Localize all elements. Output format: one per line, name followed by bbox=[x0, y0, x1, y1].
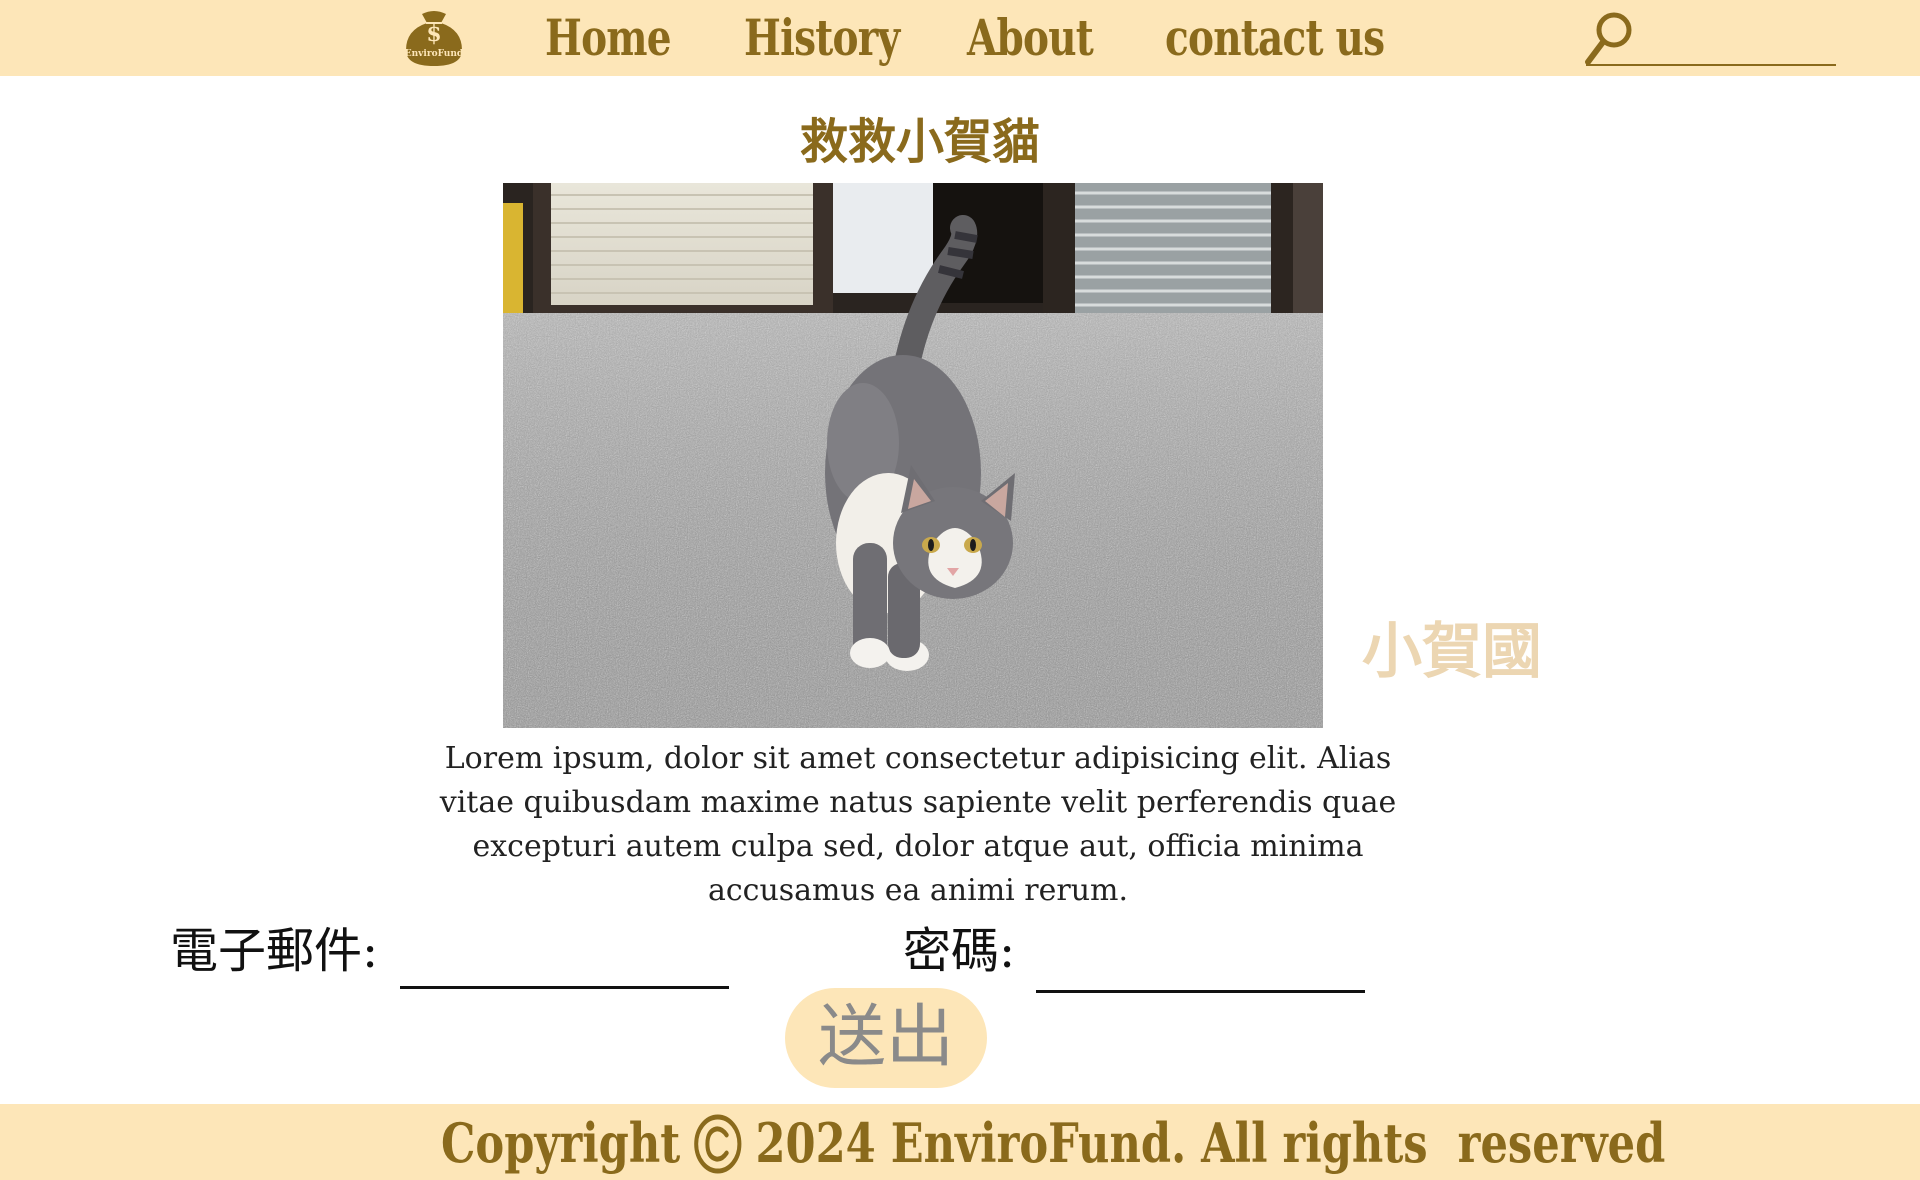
body-paragraph: Lorem ipsum, dolor sit amet consectetur … bbox=[439, 741, 1397, 908]
nav-link-about[interactable]: About bbox=[967, 6, 1094, 70]
nav-link-history[interactable]: History bbox=[744, 6, 900, 70]
nav-link-home[interactable]: Home bbox=[545, 6, 672, 70]
nav-link-contact-us[interactable]: contact us bbox=[1165, 6, 1385, 70]
page-title: 救救小賀貓 bbox=[799, 114, 1040, 170]
password-field[interactable] bbox=[1036, 934, 1365, 993]
svg-text:EnviroFund: EnviroFund bbox=[405, 49, 464, 59]
side-label: 小賀國 bbox=[1362, 617, 1542, 687]
password-label: 密碼: bbox=[903, 923, 1016, 979]
submit-button[interactable]: 送出 bbox=[785, 988, 987, 1088]
top-nav-bar: $ EnviroFund Home History About contact … bbox=[0, 0, 1920, 76]
copyright-text: 2024 EnviroFund. All rights reserved bbox=[755, 1111, 1666, 1175]
footer-bar: Copyright 2024 EnviroFund. All rights res… bbox=[0, 1104, 1920, 1180]
svg-text:$: $ bbox=[426, 21, 441, 47]
envirofund-logo[interactable]: $ EnviroFund bbox=[402, 8, 466, 68]
search-icon[interactable] bbox=[1582, 10, 1636, 68]
copyright-word: Copyright bbox=[441, 1111, 681, 1175]
copyright-icon bbox=[693, 1113, 743, 1175]
footer-copyright: Copyright 2024 EnviroFund. All rights res… bbox=[441, 1108, 1665, 1178]
search-underline bbox=[1586, 64, 1836, 66]
cat-photo bbox=[503, 183, 1323, 728]
email-label: 電子郵件: bbox=[170, 923, 379, 979]
search-input[interactable] bbox=[1638, 22, 1832, 64]
email-field[interactable] bbox=[400, 930, 729, 989]
search-box bbox=[1582, 8, 1836, 70]
